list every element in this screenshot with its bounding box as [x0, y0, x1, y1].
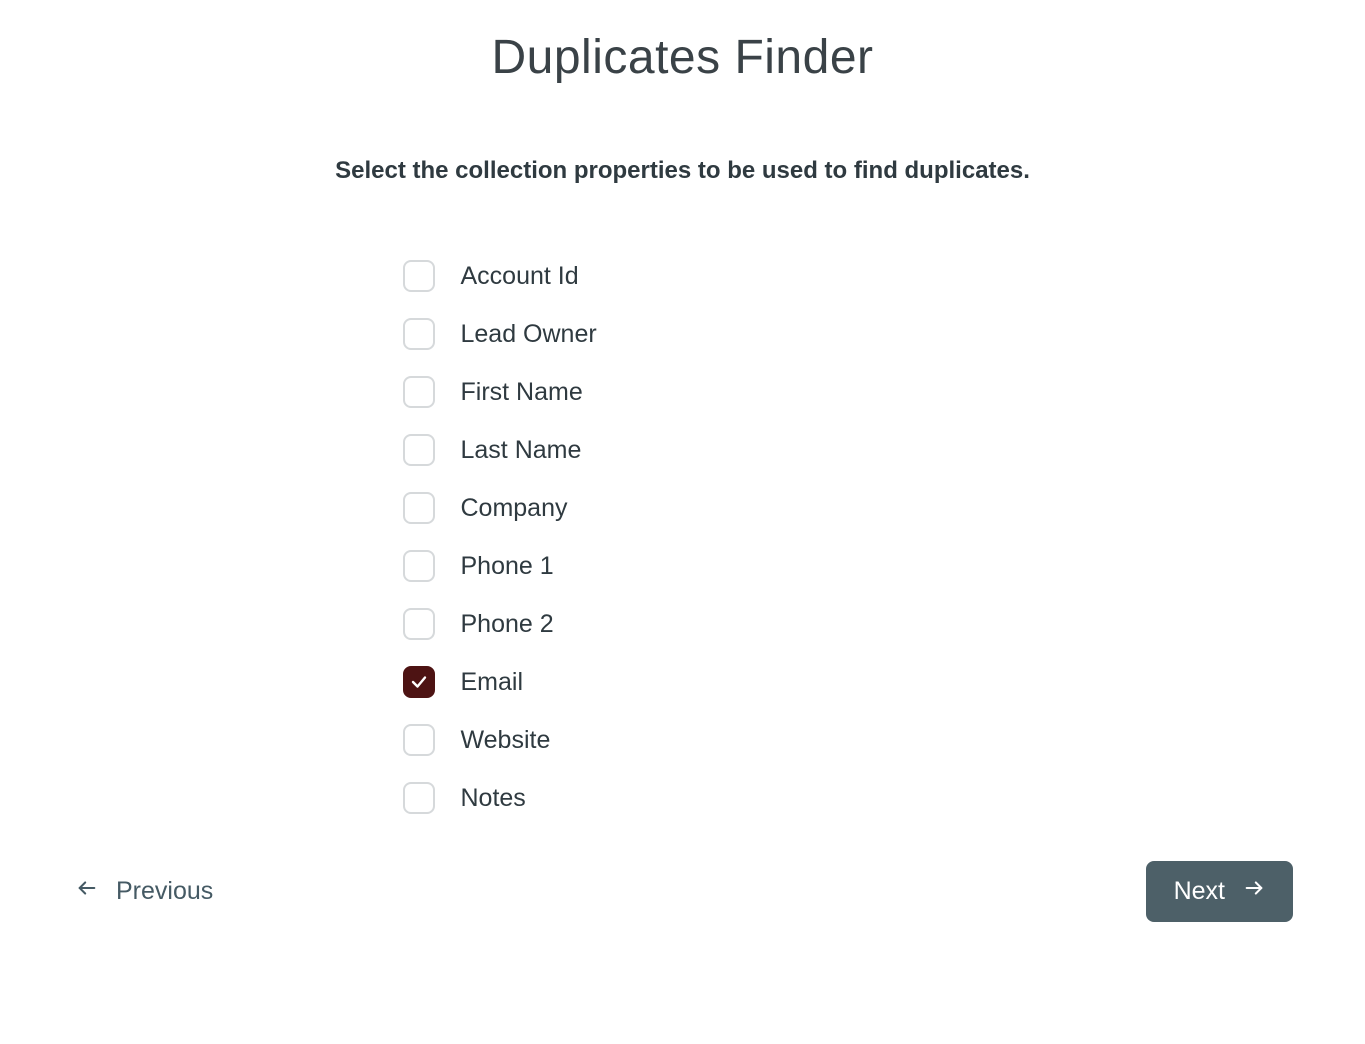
property-checkbox-row[interactable]: Website — [403, 711, 963, 769]
property-label: Website — [461, 726, 551, 755]
property-checkbox-row[interactable]: Email — [403, 653, 963, 711]
checkbox-icon — [403, 260, 435, 292]
checkbox-icon — [403, 550, 435, 582]
checkbox-icon — [403, 608, 435, 640]
property-checkbox-row[interactable]: Phone 1 — [403, 537, 963, 595]
property-checkbox-row[interactable]: Account Id — [403, 247, 963, 305]
duplicates-finder-step: Duplicates Finder Select the collection … — [0, 0, 1365, 1044]
checkbox-icon — [403, 376, 435, 408]
next-button[interactable]: Next — [1146, 861, 1293, 922]
property-checkbox-row[interactable]: Lead Owner — [403, 305, 963, 363]
property-label: Account Id — [461, 262, 579, 291]
checkbox-icon — [403, 434, 435, 466]
previous-button[interactable]: Previous — [72, 869, 217, 914]
checkbox-icon — [403, 666, 435, 698]
property-label: Notes — [461, 784, 526, 813]
checkbox-icon — [403, 492, 435, 524]
property-label: Company — [461, 494, 568, 523]
property-checklist: Account Id Lead Owner First Name Last Name C… — [403, 247, 963, 827]
arrow-right-icon — [1243, 877, 1265, 906]
page-subtitle: Select the collection properties to be u… — [60, 157, 1305, 185]
property-checkbox-row[interactable]: Last Name — [403, 421, 963, 479]
property-checkbox-row[interactable]: Notes — [403, 769, 963, 827]
wizard-footer: Previous Next — [72, 861, 1293, 922]
property-checkbox-row[interactable]: First Name — [403, 363, 963, 421]
property-label: Lead Owner — [461, 320, 597, 349]
property-label: Email — [461, 668, 524, 697]
property-label: Phone 2 — [461, 610, 554, 639]
property-label: First Name — [461, 378, 583, 407]
previous-button-label: Previous — [116, 877, 213, 906]
checkbox-icon — [403, 782, 435, 814]
arrow-left-icon — [76, 877, 98, 906]
property-checkbox-row[interactable]: Company — [403, 479, 963, 537]
property-checkbox-row[interactable]: Phone 2 — [403, 595, 963, 653]
property-label: Last Name — [461, 436, 582, 465]
page-title: Duplicates Finder — [60, 30, 1305, 85]
checkbox-icon — [403, 724, 435, 756]
checkbox-icon — [403, 318, 435, 350]
next-button-label: Next — [1174, 877, 1225, 906]
property-label: Phone 1 — [461, 552, 554, 581]
